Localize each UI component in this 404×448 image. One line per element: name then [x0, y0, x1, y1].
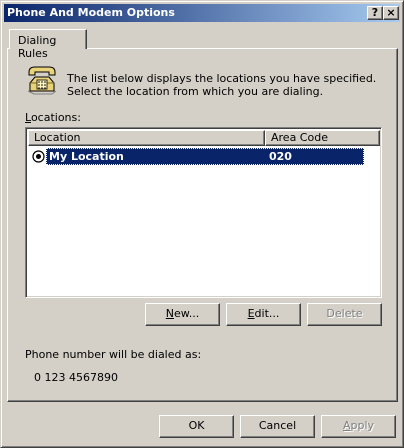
- apply-button-rest: pply: [350, 419, 375, 432]
- dialog-window: Phone And Modem Options ? × Dialing Rule…: [0, 0, 404, 448]
- cancel-button[interactable]: Cancel: [240, 415, 315, 438]
- dial-as-number: 0 123 4567890: [34, 371, 118, 384]
- ok-button[interactable]: OK: [159, 415, 234, 438]
- table-row[interactable]: My Location 020: [29, 148, 364, 165]
- new-button-rest: ew...: [173, 307, 200, 320]
- dial-as-label: Phone number will be dialed as:: [25, 348, 202, 361]
- cell-location: My Location: [49, 150, 124, 163]
- cell-area-code: 020: [269, 150, 292, 163]
- locations-label: Locations:: [25, 111, 81, 124]
- apply-button-mnemonic: A: [342, 419, 351, 432]
- delete-button[interactable]: Delete: [307, 303, 382, 326]
- telephone-icon: [27, 66, 57, 95]
- tab-dialing-rules[interactable]: Dialing Rules: [9, 29, 87, 60]
- apply-button[interactable]: Apply: [321, 415, 396, 438]
- edit-button-rest: dit...: [254, 307, 280, 320]
- help-button[interactable]: ?: [367, 6, 383, 20]
- description-text: The list below displays the locations yo…: [67, 72, 377, 98]
- new-button-mnemonic: N: [165, 307, 174, 320]
- new-button[interactable]: New...: [145, 303, 220, 326]
- title-bar[interactable]: Phone And Modem Options ? ×: [4, 4, 400, 22]
- radio-selected-icon: [32, 150, 45, 163]
- selected-row-highlight[interactable]: My Location 020: [46, 148, 364, 165]
- close-button[interactable]: ×: [383, 6, 399, 20]
- edit-button[interactable]: Edit...: [226, 303, 301, 326]
- locations-list[interactable]: Location Area Code My Location 020: [25, 127, 382, 298]
- column-header-area-code[interactable]: Area Code: [265, 130, 380, 146]
- window-title: Phone And Modem Options: [7, 6, 175, 19]
- column-header-location[interactable]: Location: [28, 130, 265, 146]
- locations-label-rest: ocations:: [30, 111, 81, 124]
- tab-dialing-rules-label: Dialing Rules: [18, 34, 57, 60]
- edit-button-mnemonic: E: [247, 307, 255, 320]
